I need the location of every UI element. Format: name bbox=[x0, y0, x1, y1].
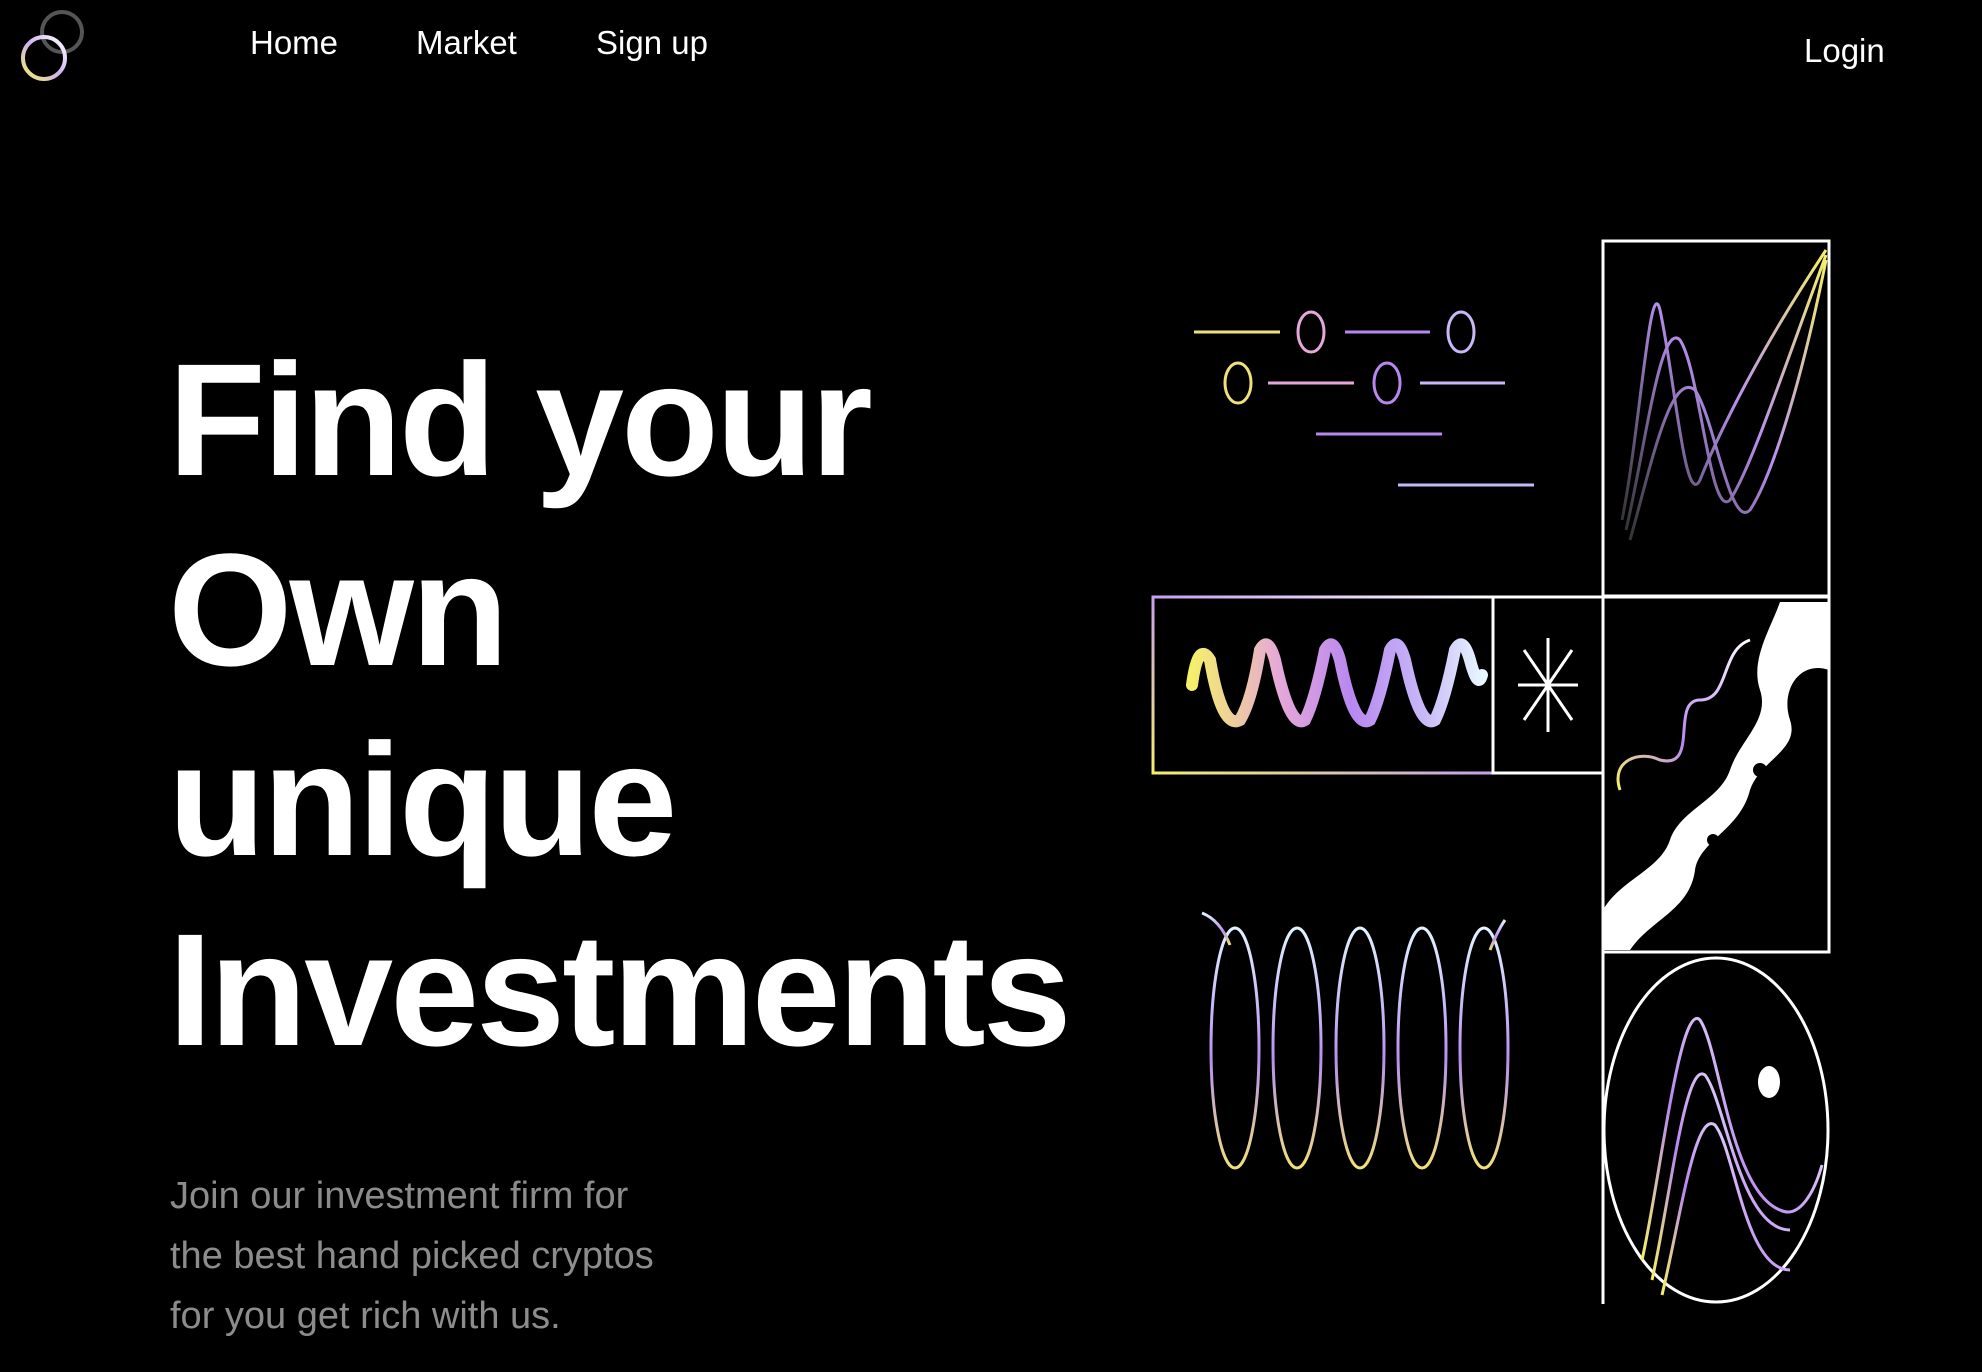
slider-lines-icon bbox=[1194, 310, 1534, 487]
subtitle-line: the best hand picked cryptos bbox=[170, 1235, 654, 1277]
subtitle-line: Join our investment firm for bbox=[170, 1175, 629, 1217]
subtitle-line: for you get rich with us. bbox=[170, 1295, 561, 1337]
nav-signup-link[interactable]: Sign up bbox=[596, 24, 708, 62]
nav-market-link[interactable]: Market bbox=[416, 24, 517, 62]
coil-icon bbox=[1201, 911, 1510, 1170]
frame-lines bbox=[1140, 773, 1605, 1306]
blob-pattern-icon bbox=[1601, 595, 1831, 954]
headline-line: Own bbox=[168, 520, 509, 699]
headline-line: Investments bbox=[168, 900, 1072, 1079]
logo-icon[interactable] bbox=[14, 8, 90, 84]
hero-illustration bbox=[1140, 239, 1831, 1306]
line-chart-icon bbox=[1601, 239, 1831, 598]
wave-icon bbox=[1151, 595, 1495, 775]
nav-home-link[interactable]: Home bbox=[250, 24, 338, 62]
hero-headline: Find your Own unique Investments bbox=[168, 325, 1072, 1085]
face-curve-icon bbox=[1602, 956, 1830, 1304]
asterisk-icon bbox=[1491, 595, 1605, 775]
hero-subtitle: Join our investment firm for the best ha… bbox=[170, 1166, 730, 1346]
headline-line: unique bbox=[168, 710, 677, 889]
headline-line: Find your bbox=[168, 330, 873, 509]
login-button[interactable]: Login bbox=[1804, 32, 1885, 70]
